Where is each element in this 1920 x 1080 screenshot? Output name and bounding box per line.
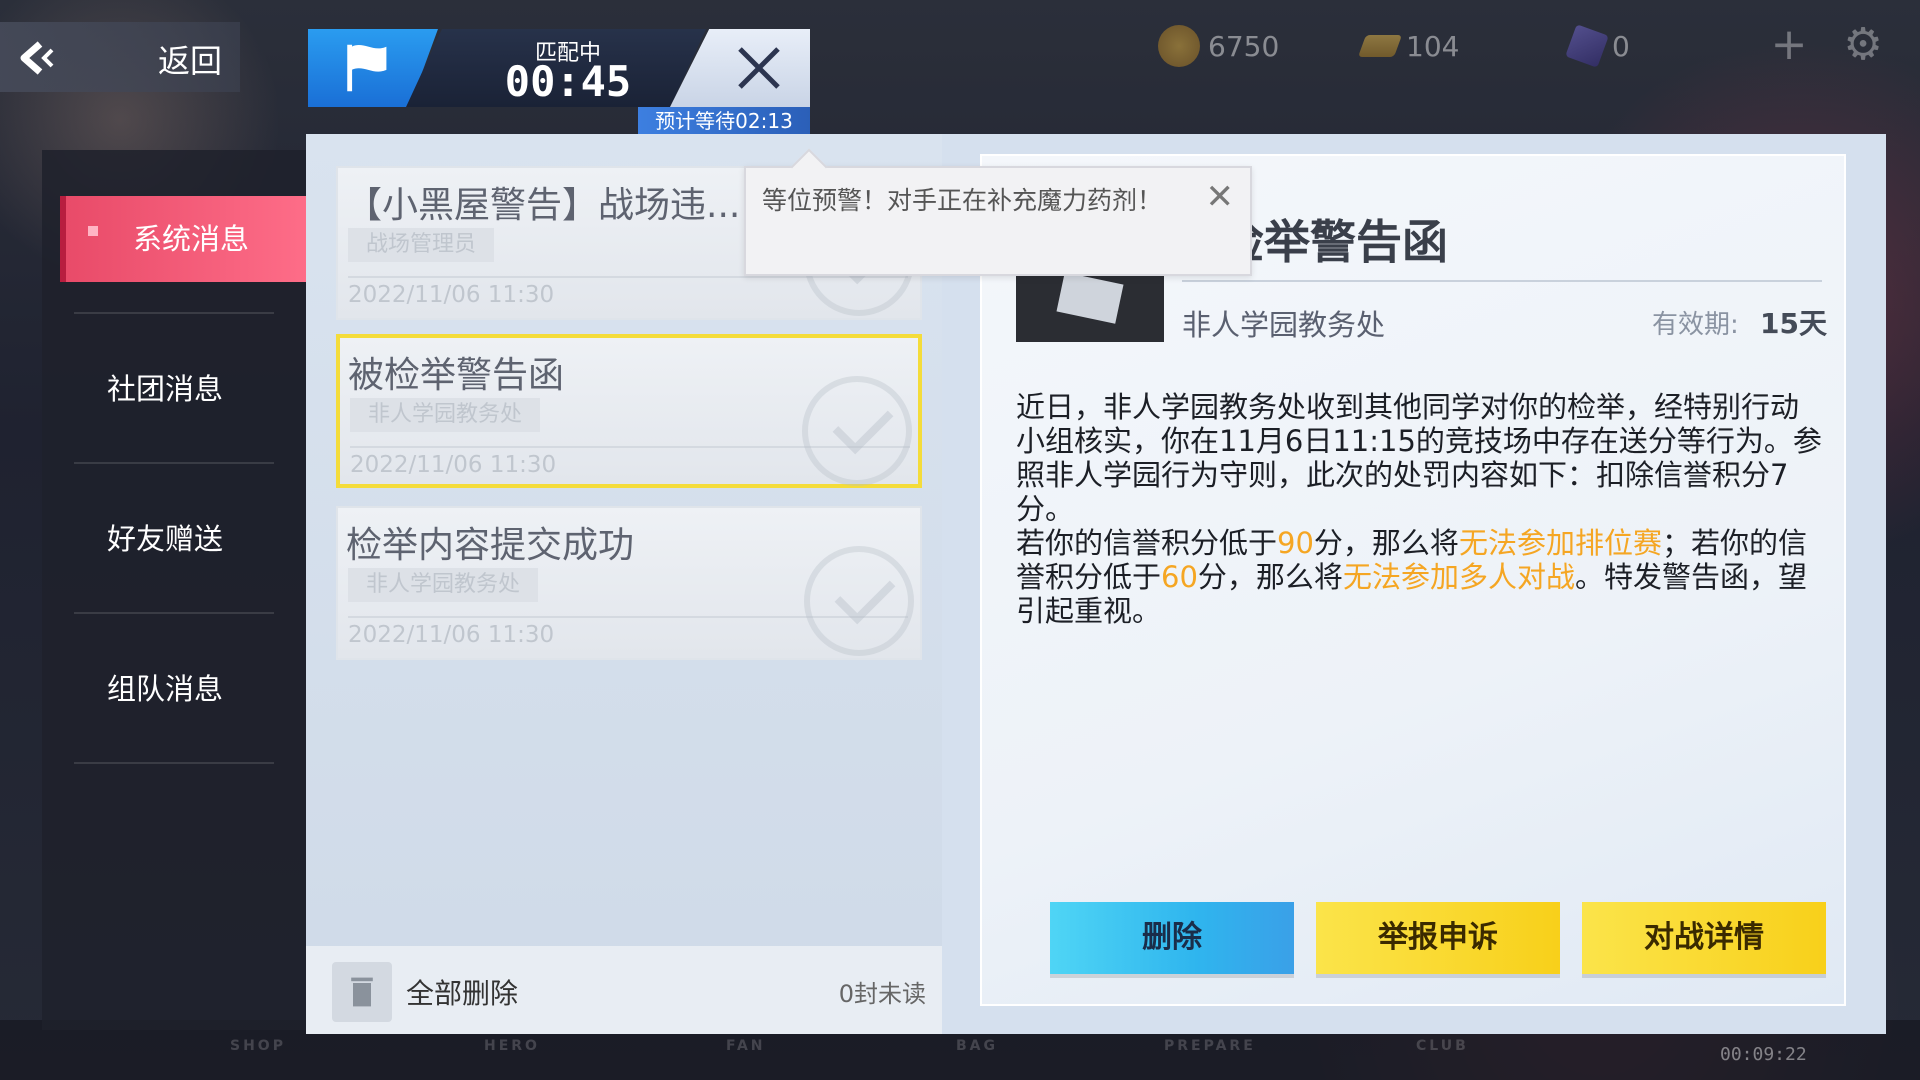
message-date: 2022/11/06 11:30 — [348, 282, 555, 308]
gold-bar-icon — [1357, 35, 1403, 57]
validity-value: 15天 — [1760, 307, 1827, 340]
game-clock: 00:09:22 — [1720, 1044, 1807, 1065]
message-category-sidebar — [42, 150, 306, 1030]
threshold-value: 90 — [1277, 526, 1314, 560]
body-paragraph: 近日，非人学园教务处收到其他同学对你的检举，经特别行动小组核实，你在11月6日1… — [1016, 390, 1822, 526]
back-label: 返回 — [158, 42, 223, 80]
sidebar-item-label: 系统消息 — [132, 222, 249, 256]
toast-close-icon[interactable]: ✕ — [1206, 180, 1235, 214]
sidebar-item-team[interactable]: 组队消息 — [60, 646, 270, 732]
gem-value: 0 — [1612, 29, 1630, 63]
detail-sender: 非人学园教务处 — [1182, 308, 1386, 342]
currency-coin: 6750 — [1158, 24, 1279, 68]
message-date: 2022/11/06 11:30 — [350, 452, 557, 478]
settings-gear-icon[interactable]: ⚙ — [1840, 22, 1886, 68]
unread-dot — [88, 226, 98, 236]
back-arrow-icon — [20, 41, 54, 75]
coin-value: 6750 — [1208, 29, 1280, 63]
message-item-selected[interactable]: 被检举警告函 非人学园教务处 2022/11/06 11:30 — [336, 334, 922, 488]
unread-count: 0封未读 — [838, 980, 926, 1008]
detail-title: 检举警告函 — [1218, 215, 1448, 269]
nav-club[interactable]: CLUB — [1416, 1038, 1469, 1054]
gold-bar-value: 104 — [1406, 29, 1460, 63]
message-list-footer: 全部删除 0封未读 — [306, 946, 942, 1034]
message-date: 2022/11/06 11:30 — [348, 622, 555, 648]
sidebar-item-club[interactable]: 社团消息 — [60, 346, 270, 432]
sidebar-item-label: 好友赠送 — [106, 522, 223, 556]
validity-label: 有效期: — [1652, 310, 1739, 340]
close-icon — [738, 47, 780, 89]
battle-details-button[interactable]: 对战详情 — [1582, 902, 1826, 974]
message-sender: 非人学园教务处 — [348, 568, 539, 602]
flag-icon — [347, 44, 387, 92]
sidebar-item-friend-gifts[interactable]: 好友赠送 — [60, 496, 270, 582]
estimated-wait: 预计等待02:13 — [638, 107, 810, 135]
sidebar-item-label: 社团消息 — [106, 372, 223, 406]
read-check-icon — [802, 376, 912, 486]
sidebar-divider — [74, 762, 274, 764]
trash-icon — [351, 977, 373, 1007]
message-detail: 检举警告函 非人学园教务处 有效期: 15天 近日，非人学园教务处收到其他同学对… — [980, 154, 1846, 1006]
nav-prepare[interactable]: PREPARE — [1164, 1038, 1256, 1054]
divider — [1182, 280, 1822, 282]
match-timer: 00:45 — [504, 57, 632, 106]
nav-shop[interactable]: SHOP — [230, 1038, 286, 1054]
penalty-highlight: 无法参加多人对战 — [1342, 560, 1575, 594]
sidebar-item-system[interactable]: 系统消息 — [60, 196, 322, 282]
delete-all-button[interactable] — [332, 962, 392, 1022]
threshold-value: 60 — [1161, 560, 1198, 594]
body-paragraph: 若你的信誉积分低于90分，那么将无法参加排位赛；若你的信誉积分低于60分，那么将… — [1016, 526, 1807, 628]
toast-notification: 等位预警！对手正在补充魔力药剂！ ✕ — [744, 166, 1252, 276]
currency-gold-bar: 104 — [1357, 24, 1460, 68]
sidebar-divider — [74, 312, 274, 314]
read-check-icon — [804, 546, 914, 656]
penalty-highlight: 无法参加排位赛 — [1458, 526, 1662, 560]
message-sender: 非人学园教务处 — [350, 398, 541, 432]
add-icon[interactable]: + — [1766, 22, 1812, 68]
sidebar-divider — [74, 462, 274, 464]
message-sender: 战场管理员 — [348, 228, 495, 262]
appeal-button[interactable]: 举报申诉 — [1316, 902, 1560, 974]
detail-body: 近日，非人学园教务处收到其他同学对你的检举，经特别行动小组核实，你在11月6日1… — [1016, 390, 1822, 628]
nav-fan[interactable]: FAN — [726, 1038, 766, 1054]
message-item[interactable]: 检举内容提交成功 非人学园教务处 2022/11/06 11:30 — [336, 506, 922, 660]
coin-icon — [1158, 25, 1200, 67]
sidebar-item-label: 组队消息 — [106, 672, 223, 706]
nav-hero[interactable]: HERO — [484, 1038, 540, 1054]
nav-bag[interactable]: BAG — [956, 1038, 998, 1054]
back-button[interactable]: 返回 — [0, 22, 240, 92]
currency-gem: 0 — [1565, 24, 1630, 68]
delete-all-label[interactable]: 全部删除 — [406, 972, 518, 1012]
delete-button[interactable]: 删除 — [1050, 902, 1294, 974]
gem-icon — [1565, 24, 1609, 68]
toast-text: 等位预警！对手正在补充魔力药剂！ — [762, 186, 1163, 215]
matchmaking-widget: 匹配中 00:45 预计等待02:13 — [308, 29, 810, 135]
sidebar-divider — [74, 612, 274, 614]
